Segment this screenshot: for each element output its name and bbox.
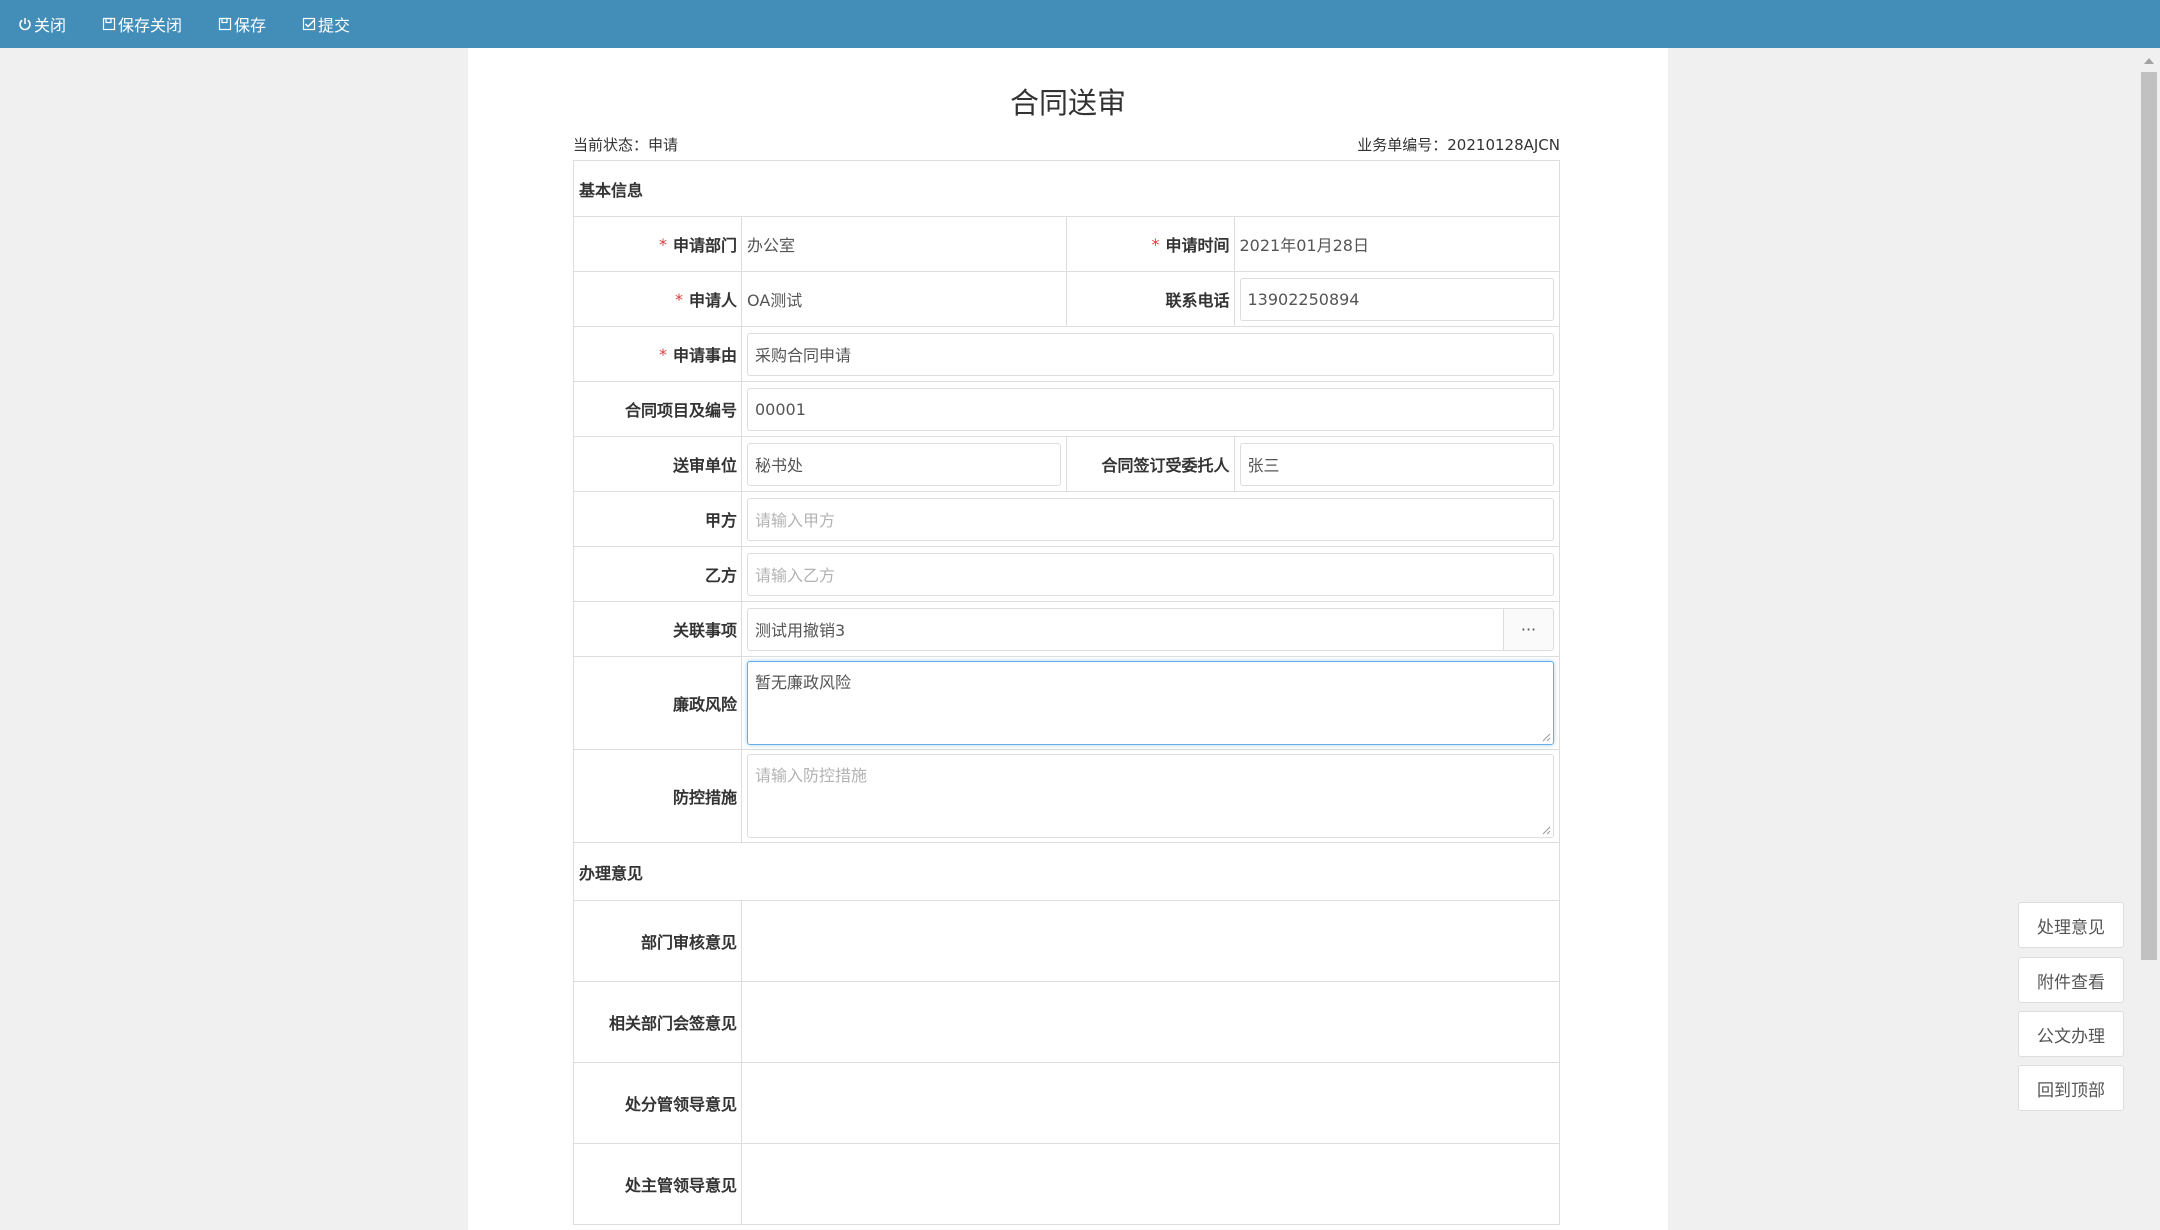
row-unit-trustee: 送审单位 秘书处 合同签订受委托人 张三 xyxy=(574,437,1559,492)
row-dept-time: * 申请部门 办公室 * 申请时间 2021年01月28日 xyxy=(574,217,1559,272)
section-basic-info: 基本信息 xyxy=(574,161,1559,217)
phone-label: 联系电话 xyxy=(1067,272,1235,326)
trustee-input[interactable]: 张三 xyxy=(1239,442,1554,486)
back-to-top-button[interactable]: 回到顶部 xyxy=(2018,1065,2124,1111)
project-input[interactable]: 00001 xyxy=(747,387,1554,431)
related-select-button[interactable]: ··· xyxy=(1503,607,1554,651)
opinion-row: 相关部门会签意见 xyxy=(574,982,1559,1063)
dept-value: 办公室 xyxy=(742,217,1067,271)
opinion-label: 处主管领导意见 xyxy=(574,1144,742,1224)
process-opinion-button[interactable]: 处理意见 xyxy=(2018,902,2124,948)
required-mark: * xyxy=(658,234,667,254)
review-unit-input[interactable]: 秘书处 xyxy=(747,442,1061,486)
submit-button[interactable]: 提交 xyxy=(302,12,350,36)
applicant-label: * 申请人 xyxy=(574,272,742,326)
save-icon xyxy=(102,17,116,31)
required-mark: * xyxy=(1151,234,1160,254)
opinion-content xyxy=(742,982,1559,1062)
phone-input[interactable]: 13902250894 xyxy=(1239,277,1554,321)
measures-textarea[interactable]: 请输入防控措施 xyxy=(747,754,1554,838)
party-b-label: 乙方 xyxy=(574,547,742,601)
related-input[interactable]: 测试用撤销3 xyxy=(747,607,1503,651)
row-project: 合同项目及编号 00001 xyxy=(574,382,1559,437)
save-close-label: 保存关闭 xyxy=(118,16,183,35)
current-status: 当前状态：申请 xyxy=(573,136,679,154)
power-icon xyxy=(19,18,31,31)
reason-label: * 申请事由 xyxy=(574,327,742,381)
required-mark: * xyxy=(658,344,667,364)
close-label: 关闭 xyxy=(34,16,67,35)
project-label: 合同项目及编号 xyxy=(574,382,742,436)
opinion-label: 处分管领导意见 xyxy=(574,1063,742,1143)
opinion-content xyxy=(742,1063,1559,1143)
opinion-row: 处分管领导意见 xyxy=(574,1063,1559,1144)
form-page: 合同送审 当前状态：申请 业务单编号：20210128AJCN 基本信息 * 申请… xyxy=(468,48,1668,1230)
row-risk: 廉政风险 暂无廉政风险 xyxy=(574,657,1559,750)
page-title: 合同送审 xyxy=(1009,86,1126,120)
doc-number: 业务单编号：20210128AJCN xyxy=(1357,136,1560,154)
opinion-content xyxy=(742,901,1559,981)
row-party-b: 乙方 请输入乙方 xyxy=(574,547,1559,602)
row-applicant-phone: * 申请人 OA测试 联系电话 13902250894 xyxy=(574,272,1559,327)
dept-label: * 申请部门 xyxy=(574,217,742,271)
required-mark: * xyxy=(674,289,683,309)
related-picker: 测试用撤销3 ··· xyxy=(747,607,1554,651)
top-toolbar: 关闭 保存关闭 保存 提交 xyxy=(0,0,2160,48)
risk-textarea[interactable]: 暂无廉政风险 xyxy=(747,661,1554,745)
contract-form: 基本信息 * 申请部门 办公室 * 申请时间 2021年01月28日 * 申请人 OA… xyxy=(573,160,1560,1225)
opinion-row: 部门审核意见 xyxy=(574,901,1559,982)
reason-input[interactable]: 采购合同申请 xyxy=(747,332,1554,376)
opinion-content xyxy=(742,1144,1559,1224)
opinion-label: 相关部门会签意见 xyxy=(574,982,742,1062)
measures-label: 防控措施 xyxy=(574,750,742,842)
row-party-a: 甲方 请输入甲方 xyxy=(574,492,1559,547)
opinion-label: 部门审核意见 xyxy=(574,901,742,981)
resize-grip-icon[interactable] xyxy=(1541,825,1551,835)
party-a-label: 甲方 xyxy=(574,492,742,546)
party-a-input[interactable]: 请输入甲方 xyxy=(747,497,1554,541)
row-related: 关联事项 测试用撤销3 ··· xyxy=(574,602,1559,657)
scroll-up-arrow-icon[interactable] xyxy=(2143,56,2155,66)
view-attachments-button[interactable]: 附件查看 xyxy=(2018,957,2124,1003)
save-button[interactable]: 保存 xyxy=(218,12,266,36)
save-close-button[interactable]: 保存关闭 xyxy=(102,12,182,36)
related-label: 关联事项 xyxy=(574,602,742,656)
apply-time-label: * 申请时间 xyxy=(1067,217,1235,271)
party-b-input[interactable]: 请输入乙方 xyxy=(747,552,1554,596)
close-button[interactable]: 关闭 xyxy=(18,12,66,36)
status-value: 申请 xyxy=(648,136,679,154)
trustee-label: 合同签订受委托人 xyxy=(1067,437,1235,491)
resize-grip-icon[interactable] xyxy=(1541,732,1551,742)
opinion-row: 处主管领导意见 xyxy=(574,1144,1559,1225)
doc-number-value: 20210128AJCN xyxy=(1447,136,1560,154)
section-opinion: 办理意见 xyxy=(574,843,1559,901)
scrollbar-thumb[interactable] xyxy=(2141,72,2157,960)
save-label: 保存 xyxy=(234,16,267,35)
measures-placeholder: 请输入防控措施 xyxy=(755,766,868,785)
checkbox-icon xyxy=(302,17,316,31)
risk-text: 暂无廉政风险 xyxy=(755,673,852,692)
submit-label: 提交 xyxy=(318,16,351,35)
review-unit-label: 送审单位 xyxy=(574,437,742,491)
apply-time-value: 2021年01月28日 xyxy=(1239,236,1369,255)
applicant-value: OA测试 xyxy=(742,272,1067,326)
document-handling-button[interactable]: 公文办理 xyxy=(2018,1011,2124,1057)
row-reason: * 申请事由 采购合同申请 xyxy=(574,327,1559,382)
save-icon xyxy=(218,17,232,31)
risk-label: 廉政风险 xyxy=(574,657,742,749)
row-measures: 防控措施 请输入防控措施 xyxy=(574,750,1559,843)
